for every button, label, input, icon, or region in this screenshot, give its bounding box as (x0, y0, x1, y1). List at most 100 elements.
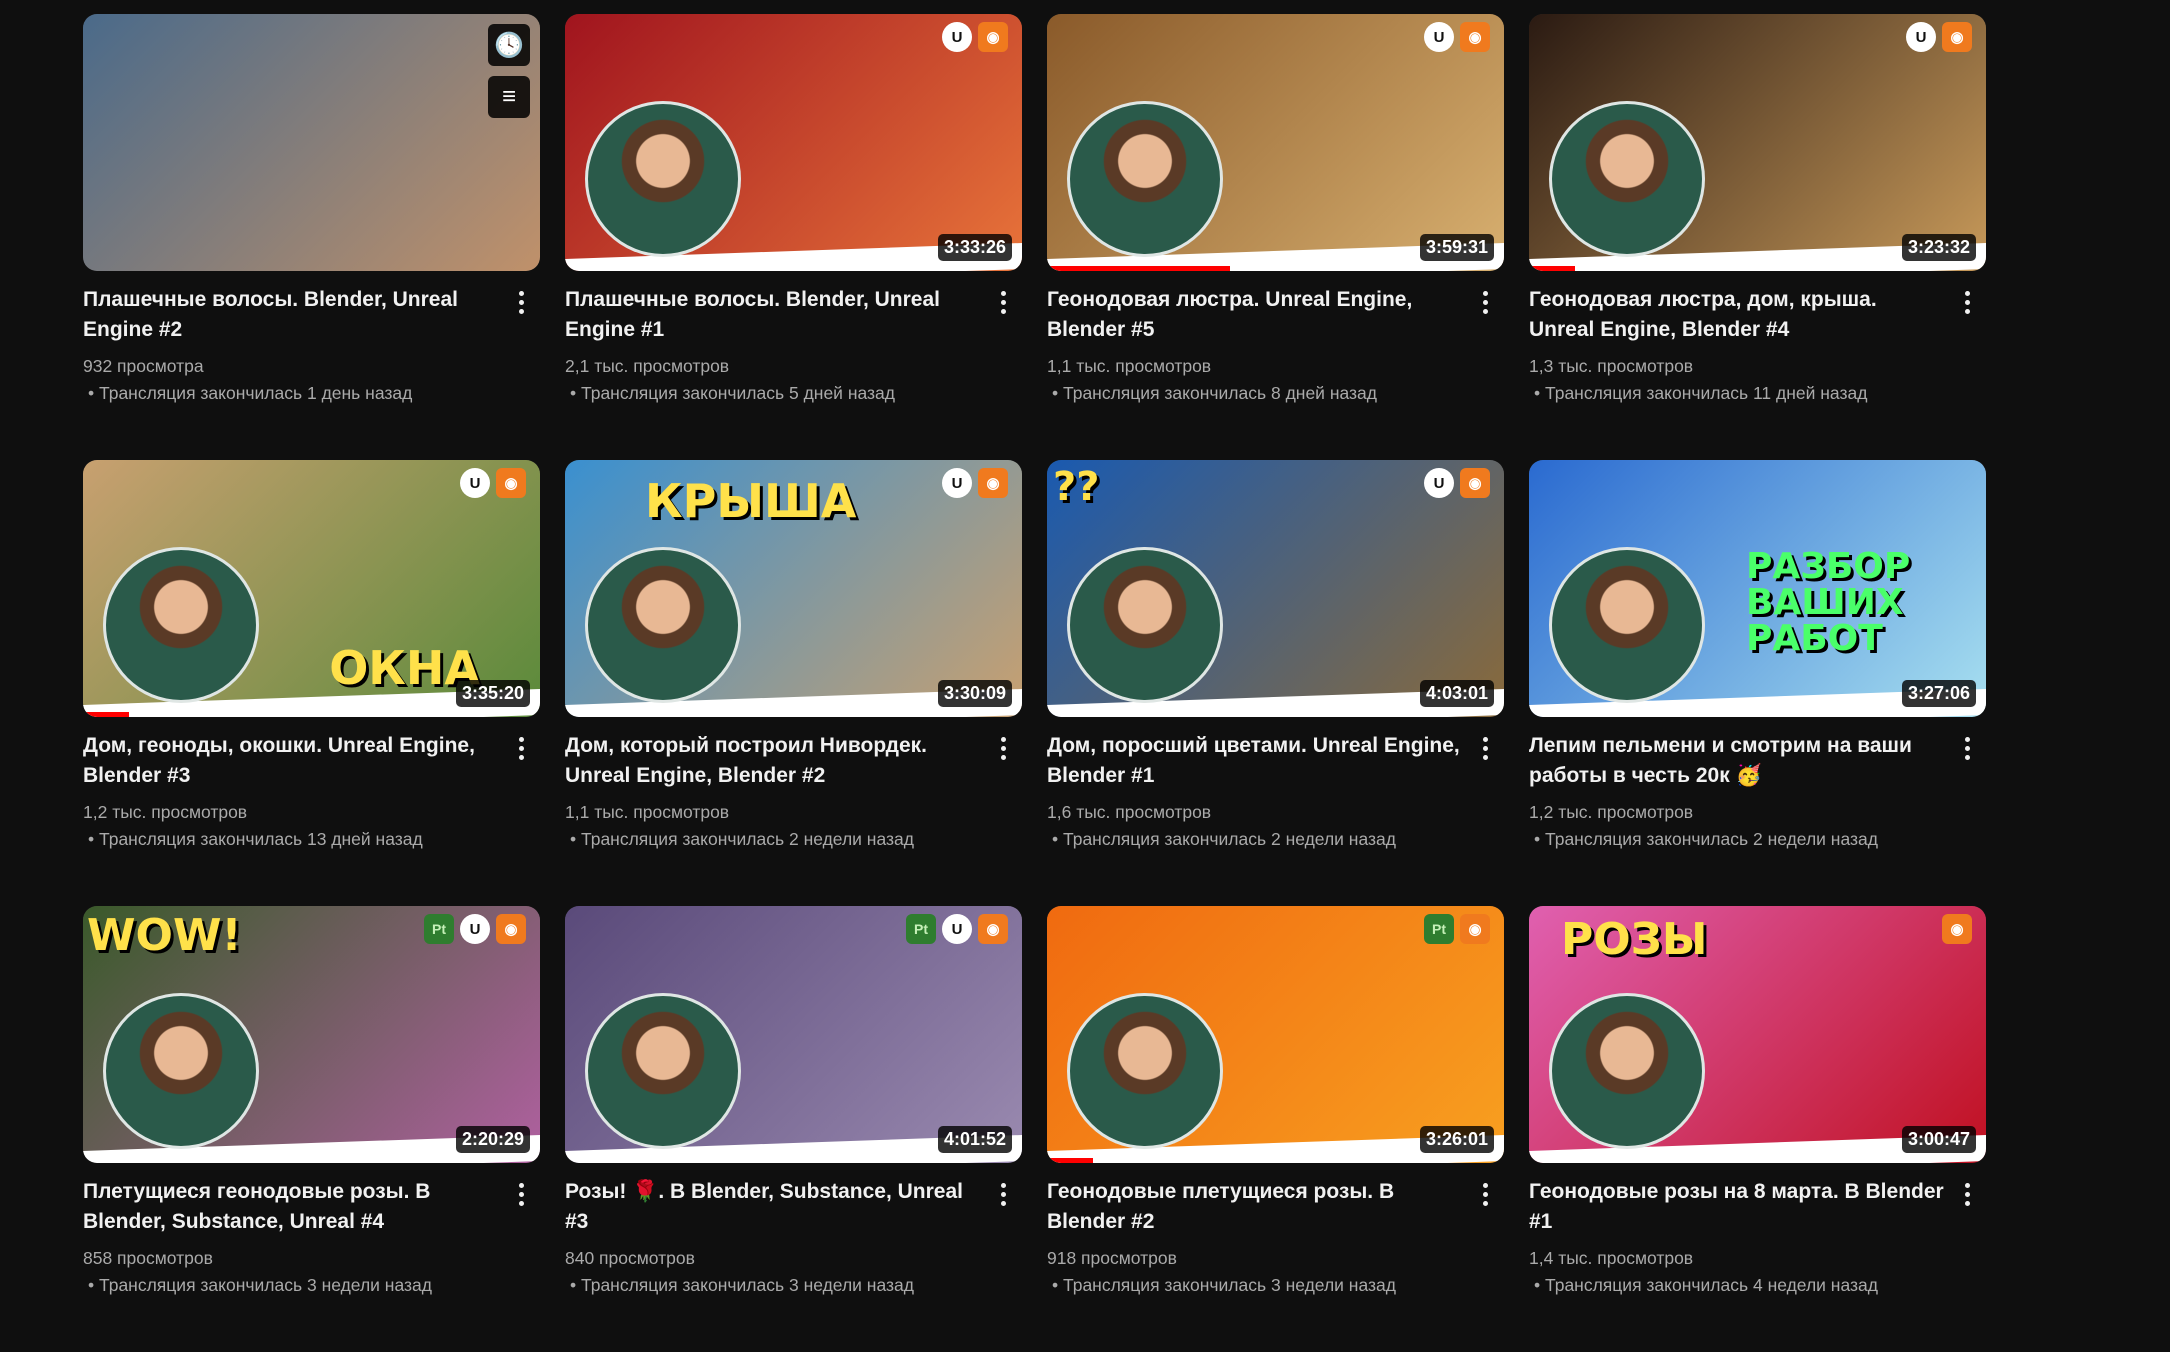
video-meta: Геонодовая люстра. Unreal Engine, Blende… (1047, 271, 1504, 407)
more-actions-icon[interactable] (988, 1179, 1018, 1209)
thumbnail-overlay-text: ?? (1053, 464, 1100, 510)
video-thumbnail[interactable]: РАЗБОР ВАШИХ РАБОТ 3:27:06 (1529, 460, 1986, 717)
view-count: 1,2 тыс. просмотров (1529, 802, 1694, 822)
video-title[interactable]: Лепим пельмени и смотрим на ваши работы … (1529, 731, 1944, 791)
more-actions-icon[interactable] (1470, 287, 1500, 317)
stream-ended-time: Трансляция закончилась 4 недели назад (1529, 1271, 1944, 1299)
video-card[interactable]: 🕓 ≡ Плашечные волосы. Blender, Unreal En… (83, 14, 540, 460)
streamer-avatar-circle (585, 547, 741, 703)
more-actions-icon[interactable] (1470, 1179, 1500, 1209)
software-badges: U ◉ (460, 468, 526, 498)
more-actions-icon[interactable] (506, 1179, 536, 1209)
video-meta: Геонодовые плетущиеся розы. В Blender #2… (1047, 1163, 1504, 1299)
more-actions-icon[interactable] (988, 287, 1018, 317)
video-duration: 3:27:06 (1901, 680, 1976, 707)
thumbnail-overlay-text: WOW! (87, 910, 242, 961)
video-title[interactable]: Плетущиеся геонодовые розы. В Blender, S… (83, 1177, 498, 1237)
video-thumbnail[interactable]: Pt ◉ 3:26:01 (1047, 906, 1504, 1163)
stream-ended-time: Трансляция закончилась 3 недели назад (83, 1271, 498, 1299)
unreal-engine-icon: U (1906, 22, 1936, 52)
more-actions-icon[interactable] (506, 733, 536, 763)
software-badges: U ◉ (942, 22, 1008, 52)
video-thumbnail[interactable]: U ◉ 3:59:31 (1047, 14, 1504, 271)
video-duration: 4:01:52 (937, 1126, 1012, 1153)
video-thumbnail[interactable]: WOW! Pt U ◉ 2:20:29 (83, 906, 540, 1163)
video-thumbnail[interactable]: РОЗЫ ◉ 3:00:47 (1529, 906, 1986, 1163)
video-duration: 4:03:01 (1419, 680, 1494, 707)
video-card[interactable]: РОЗЫ ◉ 3:00:47 Геонодовые розы на 8 марта.… (1529, 906, 1986, 1352)
video-duration: 3:59:31 (1419, 234, 1494, 261)
video-meta: Геонодовая люстра, дом, крыша. Unreal En… (1529, 271, 1986, 407)
video-card[interactable]: РАЗБОР ВАШИХ РАБОТ 3:27:06 Лепим пельмени… (1529, 460, 1986, 906)
streamer-avatar-circle (1067, 547, 1223, 703)
video-title[interactable]: Геонодовая люстра. Unreal Engine, Blende… (1047, 285, 1462, 345)
video-card[interactable]: U ◉ 3:33:26 Плашечные волосы. Blender, Unr… (565, 14, 1022, 460)
view-count: 1,6 тыс. просмотров (1047, 802, 1212, 822)
video-title[interactable]: Геонодовые розы на 8 марта. В Blender #1 (1529, 1177, 1944, 1237)
thumbnail-overlay-text: РОЗЫ (1561, 914, 1708, 965)
video-thumbnail[interactable]: ОКНА U ◉ 3:35:20 (83, 460, 540, 717)
thumbnail-overlay-text: КРЫША (645, 474, 857, 528)
video-card[interactable]: WOW! Pt U ◉ 2:20:29 Плетущиеся геонодовые ро… (83, 906, 540, 1352)
unreal-engine-icon: U (942, 914, 972, 944)
video-thumbnail[interactable]: Pt U ◉ 4:01:52 (565, 906, 1022, 1163)
watch-later-icon[interactable]: 🕓 (488, 24, 530, 66)
software-badges: U ◉ (1424, 22, 1490, 52)
video-grid: 🕓 ≡ Плашечные волосы. Blender, Unreal En… (83, 14, 1986, 1352)
more-actions-icon[interactable] (506, 287, 536, 317)
video-meta: Розы! 🌹. В Blender, Substance, Unreal #3… (565, 1163, 1022, 1299)
streamer-avatar-circle (585, 101, 741, 257)
video-meta: Дом, который построил Нивордек. Unreal E… (565, 717, 1022, 853)
video-title[interactable]: Плашечные волосы. Blender, Unreal Engine… (83, 285, 498, 345)
unreal-engine-icon: U (460, 914, 490, 944)
stream-ended-time: Трансляция закончилась 11 дней назад (1529, 379, 1944, 407)
more-actions-icon[interactable] (1952, 733, 1982, 763)
unreal-engine-icon: U (942, 22, 972, 52)
streamer-avatar-circle (1549, 993, 1705, 1149)
video-meta: Дом, геоноды, окошки. Unreal Engine, Ble… (83, 717, 540, 853)
video-title[interactable]: Геонодовые плетущиеся розы. В Blender #2 (1047, 1177, 1462, 1237)
more-actions-icon[interactable] (988, 733, 1018, 763)
video-card[interactable]: ?? U ◉ 4:03:01 Дом, поросший цветами. Unrea… (1047, 460, 1504, 906)
add-to-queue-icon[interactable]: ≡ (488, 76, 530, 118)
streamer-avatar-circle (1549, 101, 1705, 257)
video-card[interactable]: КРЫША U ◉ 3:30:09 Дом, который построил Нив… (565, 460, 1022, 906)
stream-ended-time: Трансляция закончилась 2 недели назад (565, 825, 980, 853)
view-count: 840 просмотров (565, 1248, 695, 1268)
blender-icon: ◉ (496, 468, 526, 498)
stream-ended-time: Трансляция закончилась 13 дней назад (83, 825, 498, 853)
blender-icon: ◉ (1942, 22, 1972, 52)
video-card[interactable]: ОКНА U ◉ 3:35:20 Дом, геоноды, окошки. Unre… (83, 460, 540, 906)
software-badges: Pt ◉ (1424, 914, 1490, 944)
more-actions-icon[interactable] (1952, 1179, 1982, 1209)
video-thumbnail[interactable]: ?? U ◉ 4:03:01 (1047, 460, 1504, 717)
video-title[interactable]: Дом, геоноды, окошки. Unreal Engine, Ble… (83, 731, 498, 791)
video-title[interactable]: Плашечные волосы. Blender, Unreal Engine… (565, 285, 980, 345)
video-duration: 3:00:47 (1901, 1126, 1976, 1153)
video-card[interactable]: Pt U ◉ 4:01:52 Розы! 🌹. В Blender, Substanc… (565, 906, 1022, 1352)
substance-painter-icon: Pt (906, 914, 936, 944)
more-actions-icon[interactable] (1470, 733, 1500, 763)
video-thumbnail[interactable]: 🕓 ≡ (83, 14, 540, 271)
video-title[interactable]: Розы! 🌹. В Blender, Substance, Unreal #3 (565, 1177, 980, 1237)
video-thumbnail[interactable]: КРЫША U ◉ 3:30:09 (565, 460, 1022, 717)
stream-ended-time: Трансляция закончилась 5 дней назад (565, 379, 980, 407)
stream-ended-time: Трансляция закончилась 2 недели назад (1047, 825, 1462, 853)
software-badges: U ◉ (1424, 468, 1490, 498)
unreal-engine-icon: U (1424, 468, 1454, 498)
substance-painter-icon: Pt (1424, 914, 1454, 944)
video-card[interactable]: Pt ◉ 3:26:01 Геонодовые плетущиеся розы. В… (1047, 906, 1504, 1352)
video-title[interactable]: Дом, поросший цветами. Unreal Engine, Bl… (1047, 731, 1462, 791)
video-card[interactable]: U ◉ 3:59:31 Геонодовая люстра. Unreal Engi… (1047, 14, 1504, 460)
video-card[interactable]: U ◉ 3:23:32 Геонодовая люстра, дом, крыша.… (1529, 14, 1986, 460)
streamer-avatar-circle (585, 993, 741, 1149)
video-thumbnail[interactable]: U ◉ 3:23:32 (1529, 14, 1986, 271)
hover-actions: 🕓 ≡ (488, 24, 530, 118)
video-title[interactable]: Геонодовая люстра, дом, крыша. Unreal En… (1529, 285, 1944, 345)
software-badges: U ◉ (1906, 22, 1972, 52)
stream-ended-time: Трансляция закончилась 3 недели назад (565, 1271, 980, 1299)
video-thumbnail[interactable]: U ◉ 3:33:26 (565, 14, 1022, 271)
more-actions-icon[interactable] (1952, 287, 1982, 317)
video-title[interactable]: Дом, который построил Нивордек. Unreal E… (565, 731, 980, 791)
blender-icon: ◉ (978, 22, 1008, 52)
